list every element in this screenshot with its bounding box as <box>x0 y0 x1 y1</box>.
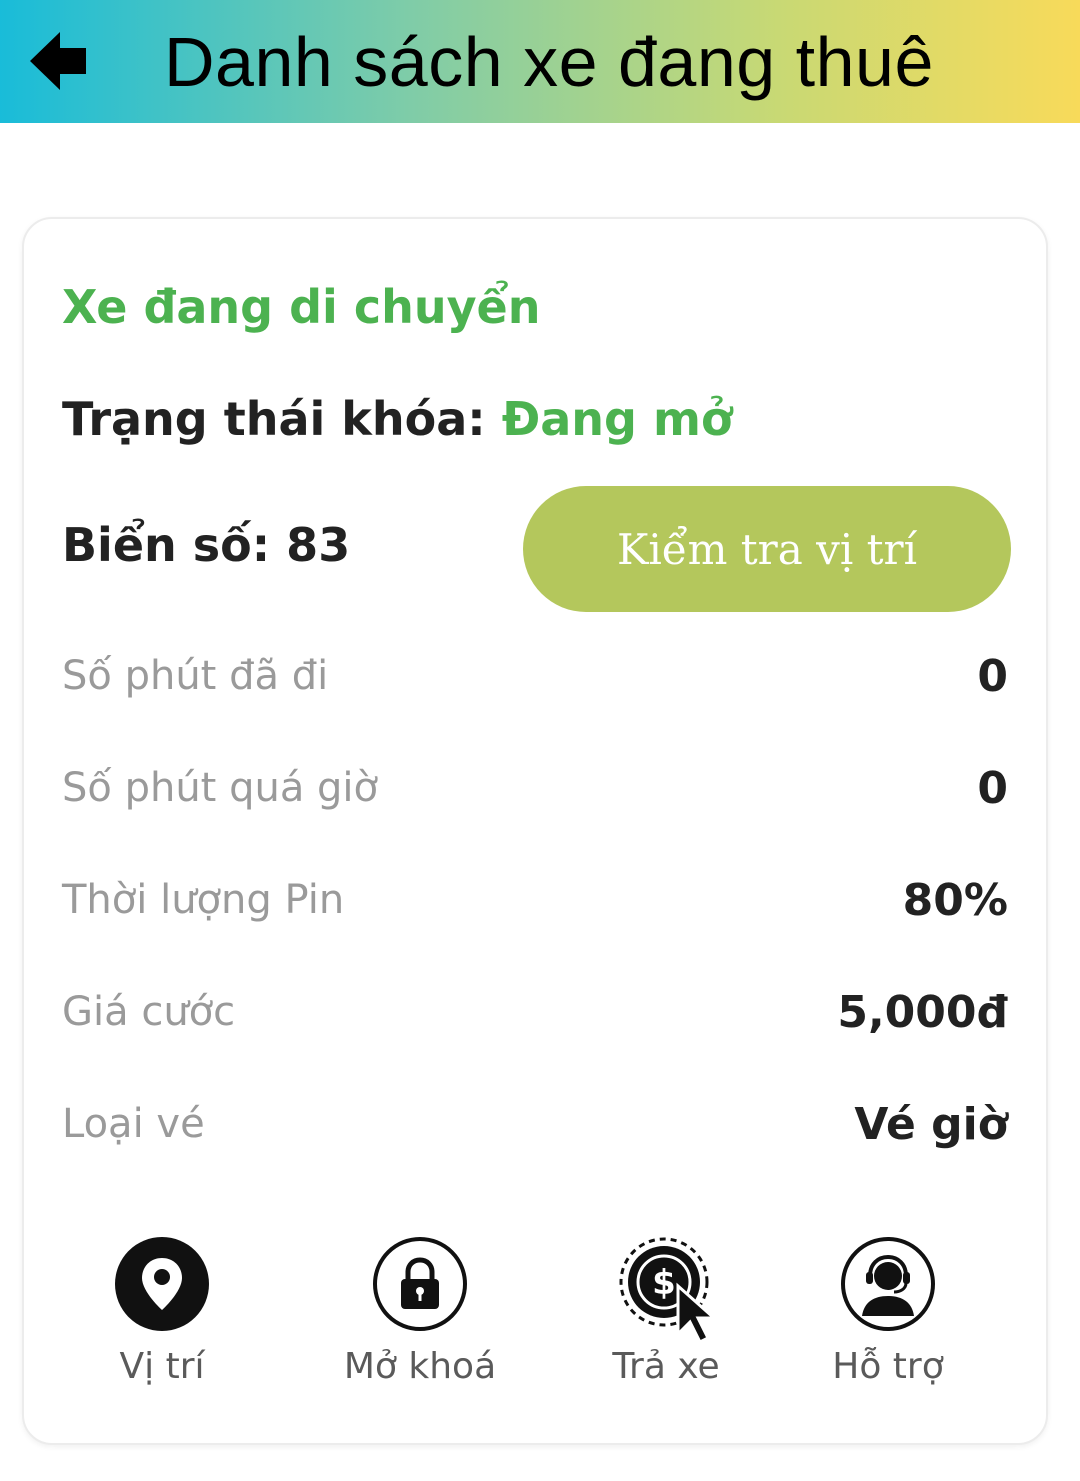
check-location-button[interactable]: Kiểm tra vị trí <box>523 486 1011 612</box>
info-label: Loại vé <box>62 1101 205 1147</box>
page-title: Danh sách xe đang thuê <box>164 23 934 101</box>
info-value: 80% <box>902 874 1008 926</box>
action-location[interactable]: Vị trí <box>62 1236 262 1396</box>
action-unlock[interactable]: Mở khoá <box>320 1236 520 1396</box>
lock-icon <box>373 1237 467 1331</box>
info-row-fare: Giá cước 5,000đ <box>62 982 1008 1042</box>
info-value: Vé giờ <box>854 1098 1008 1150</box>
info-row-ticket-type: Loại vé Vé giờ <box>62 1094 1008 1154</box>
lock-status-label: Trạng thái khóa: <box>62 392 486 446</box>
license-plate: Biển số: 83 <box>62 518 351 572</box>
back-button[interactable] <box>26 28 94 94</box>
info-value: 0 <box>977 650 1008 702</box>
action-label: Vị trí <box>119 1346 205 1387</box>
action-label: Mở khoá <box>343 1346 497 1387</box>
vehicle-status: Xe đang di chuyển <box>62 280 541 334</box>
lock-status-value: Đang mở <box>501 392 733 446</box>
lock-status: Trạng thái khóa: Đang mở <box>62 392 733 446</box>
info-row-battery: Thời lượng Pin 80% <box>62 870 1008 930</box>
info-label: Thời lượng Pin <box>62 877 345 923</box>
location-pin-icon <box>115 1237 209 1331</box>
support-agent-icon <box>841 1237 935 1331</box>
info-row-minutes-ridden: Số phút đã đi 0 <box>62 646 1008 706</box>
app-header: Danh sách xe đang thuê <box>0 0 1080 123</box>
action-return-bike[interactable]: $ Trả xe <box>566 1236 766 1396</box>
info-row-overtime-minutes: Số phút quá giờ 0 <box>62 758 1008 818</box>
info-label: Số phút quá giờ <box>62 765 379 811</box>
action-label: Trả xe <box>612 1346 720 1387</box>
info-label: Số phút đã đi <box>62 653 329 699</box>
action-label: Hỗ trợ <box>832 1346 944 1387</box>
info-value: 0 <box>977 762 1008 814</box>
pay-cursor-icon: $ <box>619 1237 718 1345</box>
action-support[interactable]: Hỗ trợ <box>788 1236 988 1396</box>
back-arrow-icon[interactable] <box>26 28 94 94</box>
info-value: 5,000đ <box>837 986 1008 1038</box>
svg-text:$: $ <box>652 1263 676 1303</box>
info-label: Giá cước <box>62 989 236 1035</box>
